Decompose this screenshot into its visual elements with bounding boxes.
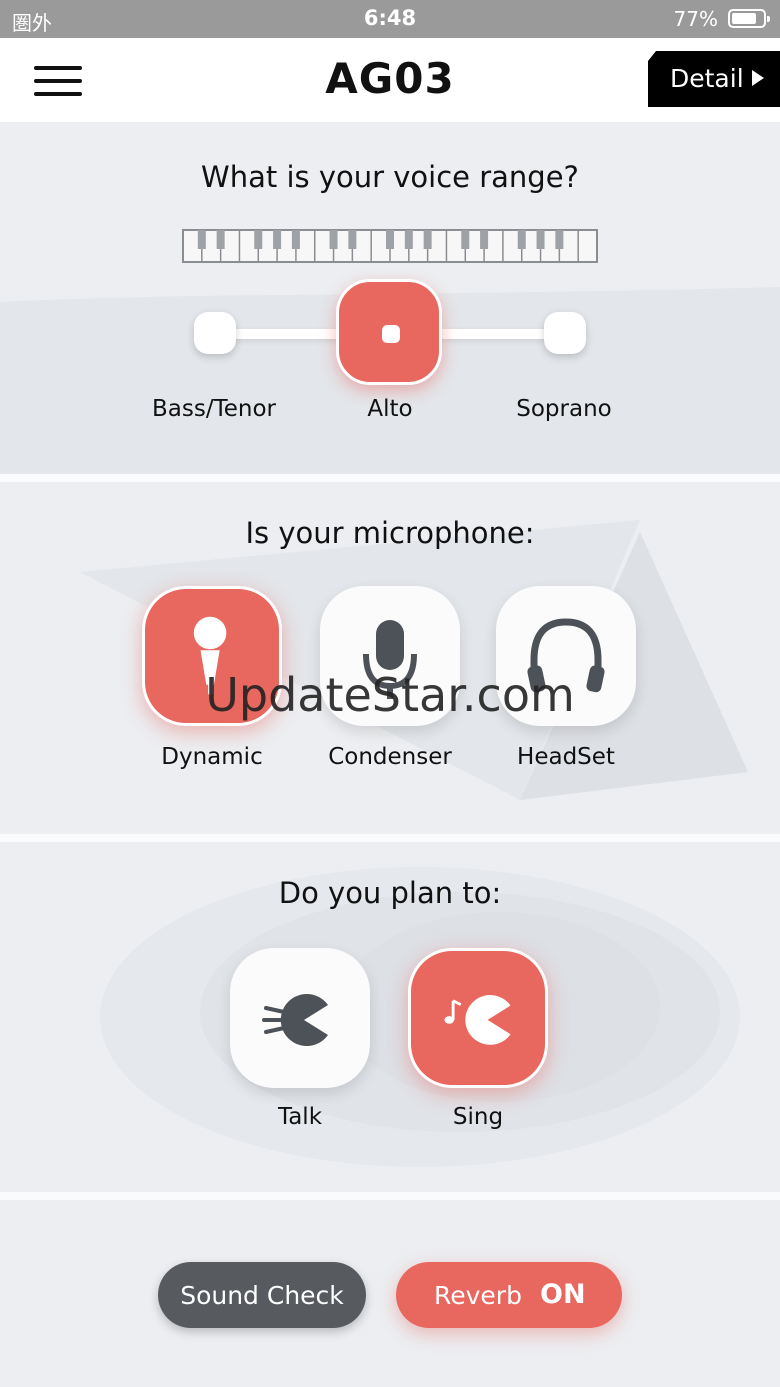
condenser-microphone-icon bbox=[363, 620, 417, 699]
piano-keyboard-icon bbox=[182, 229, 598, 263]
sound-check-button[interactable]: Sound Check bbox=[158, 1262, 366, 1328]
sing-button[interactable] bbox=[408, 948, 548, 1088]
battery-percent: 77% bbox=[673, 7, 718, 31]
dynamic-microphone-icon bbox=[193, 616, 227, 695]
sound-check-label: Sound Check bbox=[180, 1281, 344, 1310]
microphone-section: Is your microphone: Dynamic Condenser He… bbox=[0, 482, 780, 832]
headphones-icon bbox=[527, 618, 605, 693]
voice-range-section: What is your voice range? Bass/Tenor Alt… bbox=[0, 122, 780, 474]
reverb-label: Reverb bbox=[434, 1281, 522, 1310]
talk-icon bbox=[262, 994, 328, 1046]
slider-thumb-dot bbox=[382, 325, 400, 343]
option-talk-label[interactable]: Talk bbox=[200, 1104, 400, 1130]
plan-question: Do you plan to: bbox=[278, 876, 502, 910]
section-divider bbox=[0, 834, 780, 842]
plan-section: Do you plan to: Talk Sing bbox=[0, 842, 780, 1192]
condenser-mic-button[interactable] bbox=[320, 586, 460, 726]
voice-range-question: What is your voice range? bbox=[201, 160, 579, 194]
detail-button[interactable]: Detail bbox=[648, 51, 780, 107]
slider-stop-soprano[interactable] bbox=[544, 312, 586, 354]
status-bar: 圏外 6:48 77% bbox=[0, 0, 780, 38]
option-dynamic-label[interactable]: Dynamic bbox=[112, 744, 312, 770]
play-arrow-icon bbox=[752, 70, 764, 86]
option-condenser-label[interactable]: Condenser bbox=[290, 744, 490, 770]
talk-button[interactable] bbox=[230, 948, 370, 1088]
dynamic-mic-button[interactable] bbox=[142, 586, 282, 726]
sing-icon bbox=[444, 995, 511, 1045]
clock: 6:48 bbox=[363, 6, 417, 30]
section-divider bbox=[0, 474, 780, 482]
slider-thumb-alto[interactable] bbox=[336, 279, 442, 385]
headset-button[interactable] bbox=[496, 586, 636, 726]
option-alto-label[interactable]: Alto bbox=[290, 396, 490, 422]
slider-stop-bass-tenor[interactable] bbox=[194, 312, 236, 354]
detail-button-label: Detail bbox=[670, 64, 744, 93]
footer-section bbox=[0, 1200, 780, 1387]
option-headset-label[interactable]: HeadSet bbox=[466, 744, 666, 770]
microphone-question: Is your microphone: bbox=[245, 516, 535, 550]
reverb-toggle-button[interactable]: Reverb ON bbox=[396, 1262, 622, 1328]
option-soprano-label[interactable]: Soprano bbox=[464, 396, 664, 422]
reverb-state: ON bbox=[540, 1279, 586, 1310]
header-bar: AG03 Detail bbox=[0, 38, 780, 122]
option-bass-tenor-label[interactable]: Bass/Tenor bbox=[114, 396, 314, 422]
section-divider bbox=[0, 1192, 780, 1200]
option-sing-label[interactable]: Sing bbox=[378, 1104, 578, 1130]
battery-icon bbox=[728, 9, 770, 28]
